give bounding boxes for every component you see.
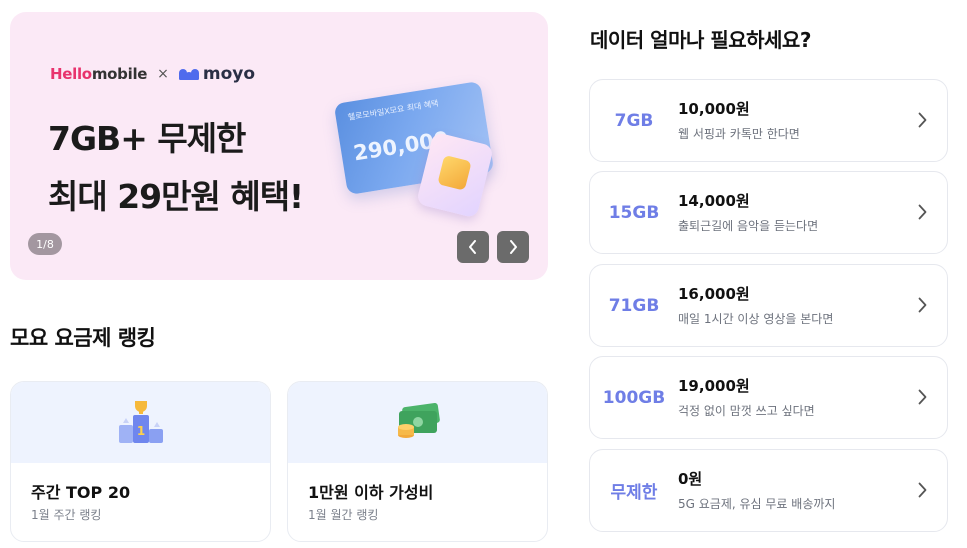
benefit-card-caption: 헬로모바일X모요 최대 혜택 (347, 98, 440, 123)
plan-description: 출퇴근길에 음악을 듣는다면 (678, 219, 819, 233)
chevron-right-icon (915, 478, 929, 502)
money-coins-icon (397, 402, 440, 438)
hellomobile-logo-mobile: mobile (91, 65, 148, 83)
banner-page-indicator: 1/8 (28, 233, 62, 255)
plan-row-7gb[interactable]: 7GB 10,000원 웹 서핑과 카톡만 한다면 (589, 79, 948, 162)
banner-headline-line2: 최대 29만원 혜택! (48, 177, 304, 216)
ranking-card-weekly-top20[interactable]: 1 주간 TOP 20 1월 주간 랭킹 (10, 381, 271, 542)
collab-times-sign: × (157, 66, 169, 82)
chevron-left-icon (469, 240, 476, 254)
chevron-right-icon (915, 293, 929, 317)
ranking-card-title: 주간 TOP 20 (31, 483, 131, 502)
hellomobile-logo: Hellomobile (50, 65, 147, 83)
promo-banner[interactable]: Hellomobile × moyo 7GB+ 무제한 최대 29만원 혜택! … (10, 12, 548, 280)
sim-chip-icon (437, 154, 472, 191)
brand-row: Hellomobile × moyo (50, 64, 255, 84)
chevron-right-icon (915, 108, 929, 132)
plan-row-unlimited[interactable]: 무제한 0원 5G 요금제, 유심 무료 배송까지 (589, 449, 948, 532)
data-question-title: 데이터 얼마나 필요하세요? (590, 28, 811, 52)
plan-description: 5G 요금제, 유심 무료 배송까지 (678, 497, 836, 511)
moyo-mark-icon (178, 68, 199, 80)
plan-price: 0원 (678, 470, 703, 488)
trophy-podium-icon: 1 (118, 400, 163, 443)
ranking-card-illustration (288, 382, 547, 463)
plan-data-amount: 15GB (608, 202, 660, 223)
plan-row-71gb[interactable]: 71GB 16,000원 매일 1시간 이상 영상을 본다면 (589, 264, 948, 347)
chevron-right-icon (510, 240, 517, 254)
plan-data-amount: 무제한 (610, 483, 658, 503)
plan-description: 걱정 없이 맘껏 쓰고 싶다면 (678, 404, 815, 418)
ranking-card-under-10000[interactable]: 1만원 이하 가성비 1월 월간 랭킹 (287, 381, 548, 542)
ranking-section-title: 모요 요금제 랭킹 (10, 326, 156, 350)
ranking-card-subtitle: 1월 주간 랭킹 (31, 508, 102, 522)
plan-price: 19,000원 (678, 377, 750, 395)
ranking-card-title: 1만원 이하 가성비 (308, 483, 434, 502)
plan-price: 10,000원 (678, 100, 750, 118)
chevron-right-icon (915, 385, 929, 409)
plan-data-amount: 7GB (614, 110, 654, 131)
plan-price: 16,000원 (678, 285, 750, 303)
moyo-logo-text: moyo (202, 64, 256, 84)
plan-row-100gb[interactable]: 100GB 19,000원 걱정 없이 맘껏 쓰고 싶다면 (589, 356, 948, 439)
plan-price: 14,000원 (678, 192, 750, 210)
banner-next-button[interactable] (497, 231, 529, 263)
banner-prev-button[interactable] (457, 231, 489, 263)
plan-description: 웹 서핑과 카톡만 한다면 (678, 127, 800, 141)
banner-headline-line1: 7GB+ 무제한 (48, 119, 246, 158)
svg-text:1: 1 (136, 424, 144, 438)
plan-description: 매일 1시간 이상 영상을 본다면 (678, 312, 834, 326)
plan-row-15gb[interactable]: 15GB 14,000원 출퇴근길에 음악을 듣는다면 (589, 171, 948, 254)
plan-data-amount: 71GB (608, 295, 660, 316)
plan-data-amount: 100GB (602, 387, 666, 408)
moyo-logo: moyo (178, 64, 256, 84)
chevron-right-icon (915, 200, 929, 224)
ranking-card-subtitle: 1월 월간 랭킹 (308, 508, 379, 522)
ranking-card-illustration: 1 (11, 382, 270, 463)
hellomobile-logo-hello: Hello (50, 65, 92, 83)
